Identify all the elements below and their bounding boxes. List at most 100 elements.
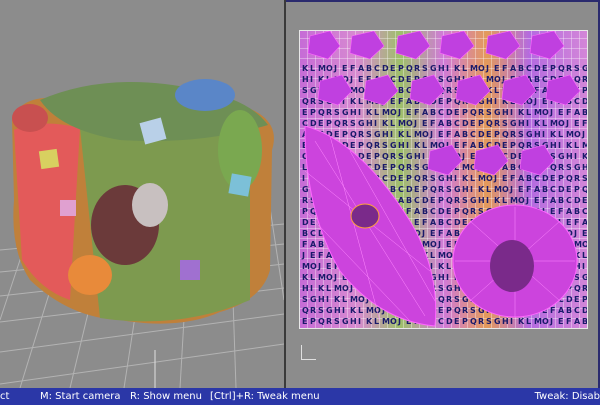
texture-letter: H bbox=[446, 174, 453, 183]
texture-letter: O bbox=[430, 240, 437, 249]
texture-letter: F bbox=[302, 240, 307, 249]
texture-letter: P bbox=[310, 108, 316, 117]
texture-letter: H bbox=[478, 196, 485, 205]
texture-letter: C bbox=[566, 196, 572, 205]
texture-letter: M bbox=[462, 163, 470, 172]
texture-letter: E bbox=[302, 317, 307, 326]
texture-letter: E bbox=[430, 229, 435, 238]
texture-letter: J bbox=[349, 75, 353, 84]
texture-letter: R bbox=[310, 306, 316, 315]
texture-letter: E bbox=[470, 119, 475, 128]
texture-letter: Q bbox=[318, 317, 325, 326]
uv-viewport[interactable]: KLMOJEFABCDEPQRSGHIKLMOJEFABCDEPQRSGHIKL… bbox=[286, 0, 600, 388]
texture-letter: P bbox=[582, 86, 587, 95]
texture-letter: G bbox=[494, 108, 501, 117]
texture-letter: O bbox=[494, 75, 501, 84]
texture-letter: K bbox=[334, 295, 341, 304]
texture-letter: L bbox=[582, 251, 587, 260]
texture-letter: P bbox=[550, 64, 556, 73]
texture-letter: R bbox=[302, 196, 308, 205]
texture-letter: G bbox=[582, 273, 587, 282]
texture-letter: J bbox=[549, 108, 553, 117]
texture-letter: B bbox=[582, 108, 587, 117]
texture-letter: L bbox=[574, 141, 579, 150]
texture-letter: D bbox=[558, 185, 565, 194]
texture-letter: E bbox=[542, 64, 547, 73]
texture-letter: Q bbox=[446, 196, 453, 205]
texture-letter: G bbox=[494, 317, 501, 326]
texture-letter: R bbox=[422, 174, 428, 183]
texture-letter: I bbox=[494, 97, 497, 106]
texture-letter: A bbox=[446, 229, 453, 238]
texture-letter: M bbox=[582, 141, 587, 150]
texture-letter: G bbox=[302, 185, 309, 194]
texture-letter: R bbox=[478, 108, 484, 117]
texture-letter: P bbox=[302, 207, 308, 216]
texture-letter: D bbox=[582, 97, 587, 106]
texture-letter: S bbox=[582, 174, 587, 183]
3d-viewport[interactable] bbox=[0, 0, 284, 388]
texture-letter: M bbox=[534, 108, 542, 117]
texture-letter: E bbox=[454, 317, 459, 326]
texture-letter: L bbox=[558, 130, 563, 139]
texture-letter: C bbox=[526, 64, 532, 73]
texture-letter: J bbox=[485, 64, 489, 73]
texture-letter: G bbox=[374, 130, 381, 139]
texture-letter: K bbox=[382, 119, 389, 128]
texture-letter: A bbox=[582, 218, 587, 227]
texture-letter: Q bbox=[398, 163, 405, 172]
texture-letter: I bbox=[406, 141, 409, 150]
texture-letter: C bbox=[550, 185, 556, 194]
texture-letter: E bbox=[414, 218, 419, 227]
texture-letter: J bbox=[421, 229, 425, 238]
texture-letter: D bbox=[382, 64, 389, 73]
texture-letter: E bbox=[430, 196, 435, 205]
texture-letter: E bbox=[582, 196, 587, 205]
texture-letter: P bbox=[446, 97, 452, 106]
texture-letter: C bbox=[382, 174, 388, 183]
texture-letter: B bbox=[566, 306, 572, 315]
texture-letter: S bbox=[486, 108, 492, 117]
texture-letter: G bbox=[390, 141, 397, 150]
texture-letter: C bbox=[430, 207, 436, 216]
texture-letter: E bbox=[446, 240, 451, 249]
texture-letter: M bbox=[366, 306, 374, 315]
texture-letter: K bbox=[302, 273, 309, 282]
texture-letter: O bbox=[582, 240, 587, 249]
texture-letter: F bbox=[510, 174, 515, 183]
texture-letter: L bbox=[422, 141, 427, 150]
texture-letter: O bbox=[518, 196, 525, 205]
texture-letter: R bbox=[462, 306, 468, 315]
texture-letter: C bbox=[534, 174, 540, 183]
texture-letter: M bbox=[534, 317, 542, 326]
texture-letter: M bbox=[478, 174, 486, 183]
texture-letter: I bbox=[310, 284, 313, 293]
texture-letter: B bbox=[478, 141, 484, 150]
texture-letter: O bbox=[478, 64, 485, 73]
texture-letter: P bbox=[462, 108, 468, 117]
texture-letter: B bbox=[318, 240, 324, 249]
texture-letter: E bbox=[454, 141, 459, 150]
texture-letter: G bbox=[526, 130, 533, 139]
texture-letter: S bbox=[382, 141, 388, 150]
texture-letter: F bbox=[406, 207, 411, 216]
texture-letter: M bbox=[494, 185, 502, 194]
texture-letter: E bbox=[318, 119, 323, 128]
texture-letter: G bbox=[446, 75, 453, 84]
texture-letter: J bbox=[565, 119, 569, 128]
texture-letter: R bbox=[326, 317, 332, 326]
texture-letter: L bbox=[310, 64, 315, 73]
texture-letter: G bbox=[582, 64, 587, 73]
texture-letter: G bbox=[510, 119, 517, 128]
texture-letter: L bbox=[326, 284, 331, 293]
texture-letter: R bbox=[454, 196, 460, 205]
texture-letter: O bbox=[574, 130, 581, 139]
texture-letter: D bbox=[462, 119, 469, 128]
texture-letter: D bbox=[422, 196, 429, 205]
texture-letter: C bbox=[310, 229, 316, 238]
texture-letter: E bbox=[310, 251, 315, 260]
texture-letter: E bbox=[382, 163, 387, 172]
texture-letter: Q bbox=[558, 64, 565, 73]
texture-letter: R bbox=[446, 295, 452, 304]
texture-letter: E bbox=[350, 141, 355, 150]
